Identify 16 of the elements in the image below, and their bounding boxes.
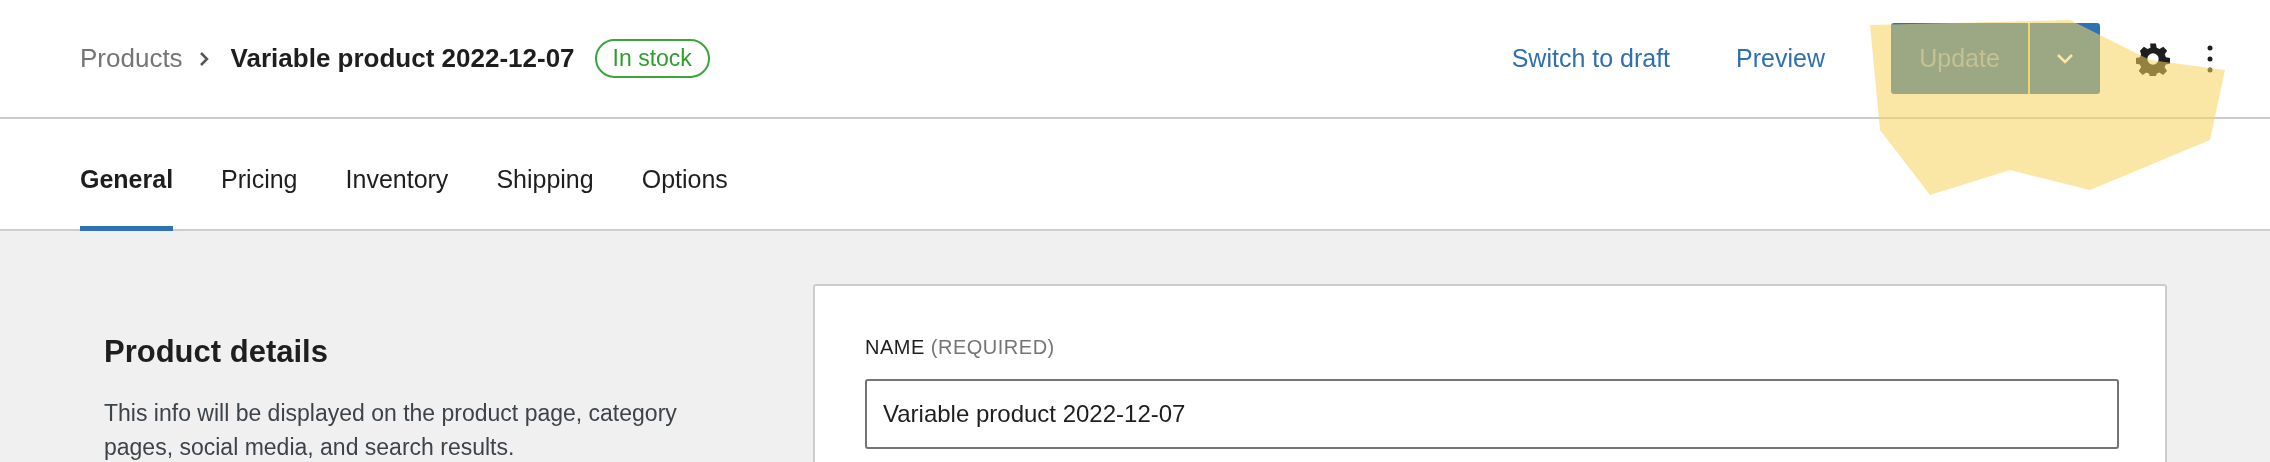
stock-status: In stock: [594, 39, 710, 78]
preview-link[interactable]: Preview: [1736, 44, 1825, 73]
tab[interactable]: Options: [641, 165, 728, 231]
breadcrumb-link[interactable]: Products: [80, 43, 183, 74]
name-input-field[interactable]: Variable product 2022-12-07: [865, 379, 2119, 449]
field-label: NAME (REQUIRED): [865, 336, 1056, 359]
switch-to-draft-link[interactable]: Switch to draft: [1511, 44, 1671, 73]
more-options-icon[interactable]: [2206, 43, 2214, 74]
tab[interactable]: Inventory: [345, 165, 449, 231]
product-title: Variable product 2022-12-07: [230, 43, 575, 74]
settings-icon[interactable]: [2136, 41, 2170, 76]
section-description: This info will be displayed on the product page, category pages, social media, and search results.: [104, 399, 678, 462]
section-title: Product details: [104, 334, 329, 370]
tab[interactable]: General: [80, 165, 174, 231]
tab[interactable]: Shipping: [496, 165, 594, 231]
tab[interactable]: Pricing: [221, 165, 298, 231]
